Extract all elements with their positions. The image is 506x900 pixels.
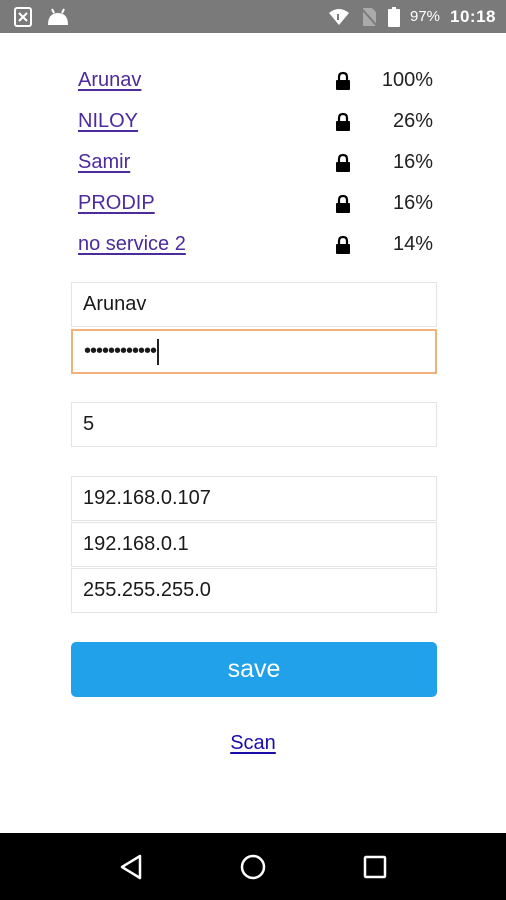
wifi-network-list: Arunav 100% NILOY 26% Samir 16% PRODIP 1…: [78, 60, 433, 265]
recents-icon[interactable]: [355, 847, 395, 887]
wifi-network-link[interactable]: Arunav: [78, 69, 141, 92]
home-icon[interactable]: [233, 847, 273, 887]
lock-icon: [335, 194, 351, 214]
scan-link[interactable]: Scan: [230, 732, 276, 754]
wifi-row: NILOY 26%: [78, 101, 433, 142]
text-cursor: [157, 338, 160, 365]
status-bar: 97% 10:18: [0, 0, 506, 33]
password-value: ••••••••••••: [84, 340, 157, 362]
wifi-row: Arunav 100%: [78, 60, 433, 101]
wifi-network-link[interactable]: Samir: [78, 151, 130, 174]
signal-strength: 26%: [392, 110, 433, 132]
signal-strength: 16%: [392, 151, 433, 173]
battery-icon: [387, 6, 400, 27]
android-icon: [46, 7, 70, 27]
wifi-network-link[interactable]: NILOY: [78, 110, 138, 133]
save-button[interactable]: save: [71, 642, 437, 697]
wifi-icon: [328, 8, 350, 26]
wifi-network-link[interactable]: PRODIP: [78, 192, 155, 215]
close-box-icon: [14, 6, 32, 27]
ssid-input[interactable]: Arunav: [71, 282, 437, 327]
wifi-row: no service 2 14%: [78, 224, 433, 265]
password-input[interactable]: ••••••••••••: [71, 329, 437, 374]
back-icon[interactable]: [111, 847, 151, 887]
lock-icon: [335, 71, 351, 91]
gateway-value: 192.168.0.1: [83, 533, 189, 555]
subnet-input[interactable]: 255.255.255.0: [71, 568, 437, 613]
lock-icon: [335, 153, 351, 173]
lock-icon: [335, 235, 351, 255]
wifi-network-link[interactable]: no service 2: [78, 233, 186, 256]
signal-strength: 100%: [381, 69, 433, 91]
ssid-value: Arunav: [83, 293, 147, 315]
battery-percentage: 97%: [409, 8, 441, 25]
wifi-row: PRODIP 16%: [78, 183, 433, 224]
clock: 10:18: [450, 6, 496, 26]
number-input[interactable]: 5: [71, 402, 437, 447]
gateway-input[interactable]: 192.168.0.1: [71, 522, 437, 567]
subnet-value: 255.255.255.0: [83, 579, 211, 601]
navigation-bar: [0, 833, 506, 900]
lock-icon: [335, 112, 351, 132]
scan-container: Scan: [0, 732, 506, 755]
signal-strength: 14%: [392, 233, 433, 255]
signal-strength: 16%: [392, 192, 433, 214]
no-sim-icon: [360, 6, 378, 27]
ip-address-value: 192.168.0.107: [83, 487, 211, 509]
number-value: 5: [83, 413, 95, 435]
wifi-row: Samir 16%: [78, 142, 433, 183]
ip-address-input[interactable]: 192.168.0.107: [71, 476, 437, 521]
